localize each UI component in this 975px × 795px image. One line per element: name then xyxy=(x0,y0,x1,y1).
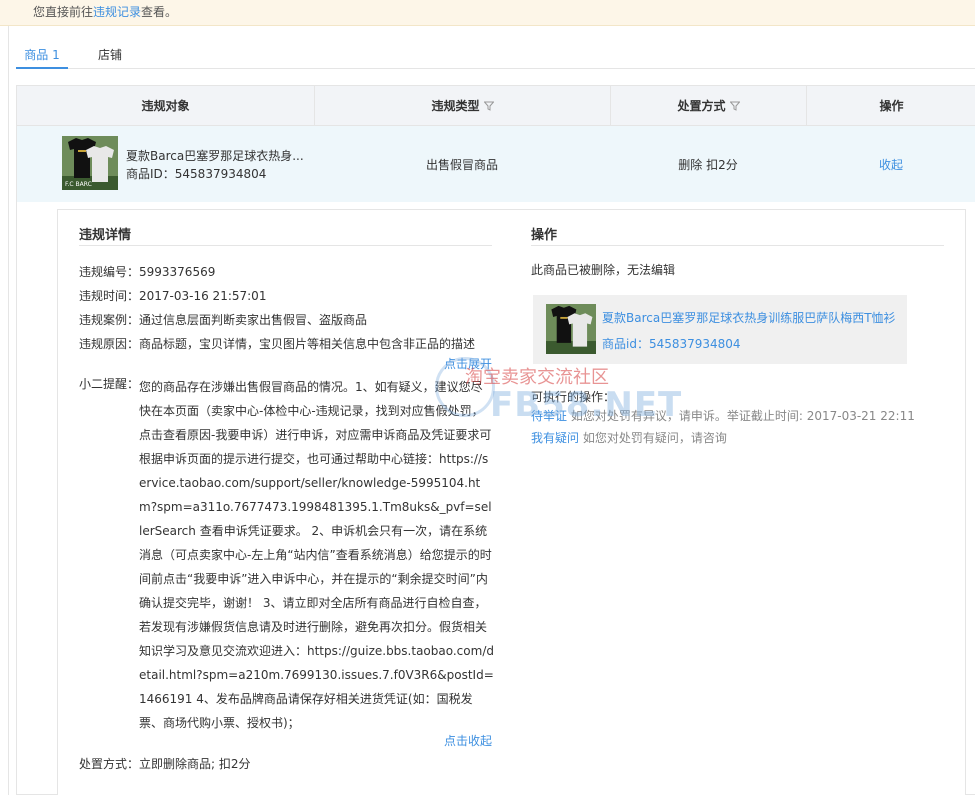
available-ops-label: 可执行的操作： xyxy=(531,390,616,404)
product-card: 夏款Barca巴塞罗那足球衣热身训练服巴萨队梅西T恤衫 商品id：5458379… xyxy=(533,295,907,364)
appeal-link[interactable]: 待举证 xyxy=(531,409,567,423)
tip-text: 您的商品存在涉嫌出售假冒商品的情况。1、如有疑义，建议您尽快在本页面（卖家中心-… xyxy=(139,380,494,730)
notice-bar: 您直接前往违规记录查看。 xyxy=(0,0,975,26)
svg-text:F.C BARC: F.C BARC xyxy=(65,181,92,188)
product-name: 夏款Barca巴塞罗那足球衣热身... xyxy=(126,149,304,163)
violation-detail-panel: 违规详情 违规编号：5993376569 违规时间：2017-03-16 21:… xyxy=(57,209,966,795)
handling-method: 删除 扣2分 xyxy=(678,158,738,172)
filter-icon[interactable] xyxy=(729,101,740,111)
detail-title: 违规详情 xyxy=(79,228,132,243)
deleted-note: 此商品已被删除，无法编辑 xyxy=(531,263,676,277)
product-id: 商品ID：545837934804 xyxy=(126,167,267,181)
collapse-link[interactable]: 收起 xyxy=(879,158,903,172)
collapse-detail-link[interactable]: 点击收起 xyxy=(444,732,492,749)
violation-table: 违规对象 违规类型 处置方式 操作 F.C BARC 夏款Barca巴塞罗那足球… xyxy=(16,85,975,795)
table-header: 违规对象 违规类型 处置方式 操作 xyxy=(17,86,975,126)
expand-link[interactable]: 点击展开 xyxy=(444,355,492,372)
op-appeal: 待举证 如您对处罚有异议，请申诉。举证截止时间: 2017-03-21 22:1… xyxy=(531,409,915,423)
tab-bar: 商品 1 店铺 xyxy=(16,40,975,69)
violation-record-link[interactable]: 违规记录 xyxy=(93,5,141,19)
tab-store[interactable]: 店铺 xyxy=(98,46,122,69)
violation-time: 违规时间：2017-03-16 21:57:01 xyxy=(79,289,267,303)
product-thumbnail[interactable]: F.C BARC xyxy=(62,136,118,190)
header-type[interactable]: 违规类型 xyxy=(314,86,610,126)
header-handling[interactable]: 处置方式 xyxy=(610,86,806,126)
tip-label: 小二提醒： xyxy=(79,377,140,391)
violation-case: 违规案例：通过信息层面判断卖家出售假冒、盗版商品 xyxy=(79,313,368,327)
violation-number: 违规编号：5993376569 xyxy=(79,265,216,279)
left-border xyxy=(8,26,9,795)
notice-text: 您直接前往违规记录查看。 xyxy=(33,5,178,19)
tab-product[interactable]: 商品 1 xyxy=(16,46,68,69)
handling-summary: 处置方式：立即删除商品; 扣2分 xyxy=(79,757,251,771)
violation-reason: 违规原因：商品标题，宝贝详情，宝贝图片等相关信息中包含非正品的描述 xyxy=(79,337,476,351)
divider xyxy=(531,245,944,246)
header-target: 违规对象 xyxy=(141,99,190,113)
product-card-thumbnail[interactable] xyxy=(546,304,596,354)
violation-type: 出售假冒商品 xyxy=(425,158,498,172)
question-link[interactable]: 我有疑问 xyxy=(531,431,579,445)
product-card-id[interactable]: 商品id：545837934804 xyxy=(602,335,741,352)
table-row: F.C BARC 夏款Barca巴塞罗那足球衣热身... 商品ID：545837… xyxy=(17,126,975,202)
filter-icon[interactable] xyxy=(483,101,494,111)
header-action: 操作 xyxy=(806,86,975,126)
op-question: 我有疑问 如您对处罚有疑问，请咨询 xyxy=(531,431,727,445)
operations-title: 操作 xyxy=(531,228,558,243)
divider xyxy=(79,245,492,246)
product-card-name[interactable]: 夏款Barca巴塞罗那足球衣热身训练服巴萨队梅西T恤衫 xyxy=(602,309,902,326)
